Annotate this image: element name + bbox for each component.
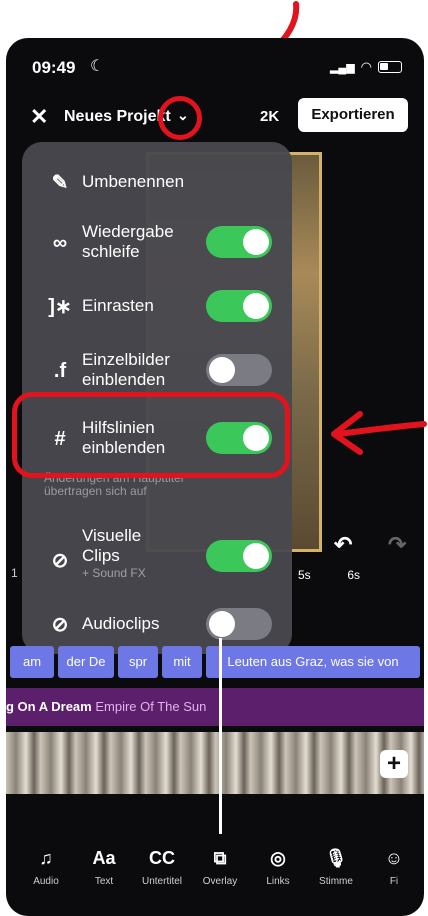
tool-subtitles[interactable]: CC Untertitel — [132, 848, 192, 887]
wifi-icon: ◠ — [360, 59, 372, 74]
link-icon: ⊘ — [51, 550, 69, 572]
annotation-highlight-box — [12, 392, 290, 478]
menu-item-label: Einzelbilder einblenden — [82, 350, 170, 389]
subtitle-clip[interactable]: am — [10, 646, 54, 678]
instagram-icon: ◎ — [270, 848, 286, 868]
timeline-mark: 5s 6s — [298, 568, 361, 582]
menu-item-loop: ∞ Wiedergabe schleife — [22, 218, 292, 266]
redo-icon[interactable]: ↷ — [388, 532, 406, 558]
menu-item-frames: .f Einzelbilder einblenden — [22, 346, 292, 394]
captions-icon: CC — [149, 848, 175, 868]
music-note-icon: ♫ — [39, 848, 53, 868]
tool-overlay[interactable]: ⧉ Overlay — [190, 848, 250, 887]
subtitle-clip[interactable]: der De — [58, 646, 114, 678]
playhead[interactable] — [219, 638, 222, 834]
close-icon[interactable]: ✕ — [30, 104, 48, 130]
subtitle-clip[interactable]: spr — [118, 646, 158, 678]
link-icon: ⊘ — [51, 614, 69, 636]
tool-audio[interactable]: ♫ Audio — [16, 848, 76, 887]
menu-item-sublabel: + Sound FX — [82, 566, 146, 580]
microphone-icon: 🎙 — [324, 848, 348, 868]
music-track[interactable]: g On A Dream Empire Of The Sun — [6, 688, 424, 726]
toolbar: ♫ Audio Aa Text CC Untertitel ⧉ Overlay … — [6, 848, 424, 908]
loop-icon: ∞ — [52, 232, 68, 254]
menu-item-snap: ]∗ Einrasten — [22, 286, 292, 322]
menu-item-label: Visuelle Clips + Sound FX — [82, 526, 146, 580]
music-artist: Empire Of The Sun — [95, 699, 207, 714]
tool-label: Untertitel — [141, 876, 182, 887]
menu-item-visual-clips: ⊘ Visuelle Clips + Sound FX — [22, 526, 292, 586]
filter-icon: ☺ — [384, 848, 404, 868]
tool-filter[interactable]: ☺ Fi — [364, 848, 424, 887]
subtitle-clip[interactable]: mit — [162, 646, 202, 678]
annotation-circle — [158, 96, 202, 140]
pencil-icon: ✎ — [51, 172, 69, 194]
audio-clips-toggle[interactable] — [206, 608, 272, 640]
video-track[interactable] — [6, 732, 424, 794]
timeline-mark: 1 — [11, 566, 18, 580]
tool-label: Text — [94, 876, 114, 887]
menu-item-label: Audioclips — [82, 614, 160, 633]
subtitle-track: am der De spr mit Leuten aus Graz, was s… — [6, 646, 424, 678]
status-bar: 09:49 ☾ ▂▄▆ ◠ — [6, 38, 424, 88]
phone-screen: 09:49 ☾ ▂▄▆ ◠ ✕ Neues Projekt ⌄ 2K Expor… — [6, 38, 424, 916]
menu-item-label: Einrasten — [82, 296, 154, 315]
snap-icon: ]∗ — [48, 296, 72, 318]
status-time: 09:49 — [32, 58, 76, 77]
project-title[interactable]: Neues Projekt — [64, 108, 171, 126]
tool-label: Links — [266, 876, 290, 887]
tool-links[interactable]: ◎ Links — [248, 848, 308, 887]
frames-icon: .f — [53, 360, 67, 382]
moon-icon: ☾ — [90, 58, 105, 75]
undo-icon[interactable]: ↶ — [334, 532, 352, 558]
snap-toggle[interactable] — [206, 290, 272, 322]
menu-item-rename[interactable]: ✎ Umbenennen — [22, 166, 292, 196]
tool-label: Audio — [33, 876, 59, 887]
top-bar: ✕ Neues Projekt ⌄ 2K Exportieren — [6, 96, 424, 136]
menu-item-audio-clips: ⊘ Audioclips — [22, 604, 292, 640]
export-button[interactable]: Exportieren — [298, 98, 408, 132]
tool-label: Stimme — [319, 876, 353, 887]
status-icons: ▂▄▆ ◠ — [330, 59, 402, 75]
tool-label: Overlay — [202, 876, 238, 887]
signal-icon: ▂▄▆ — [329, 61, 355, 74]
overlay-icon: ⧉ — [213, 848, 227, 868]
menu-item-label: Wiedergabe schleife — [82, 222, 174, 261]
tool-text[interactable]: Aa Text — [74, 848, 134, 887]
add-clip-button[interactable]: + — [380, 750, 408, 778]
visual-clips-toggle[interactable] — [206, 540, 272, 572]
tool-label: Fi — [389, 876, 399, 887]
frames-toggle[interactable] — [206, 354, 272, 386]
text-icon: Aa — [92, 848, 116, 868]
battery-icon — [378, 61, 402, 73]
resolution-label[interactable]: 2K — [260, 108, 279, 125]
loop-toggle[interactable] — [206, 226, 272, 258]
menu-item-label: Umbenennen — [82, 172, 185, 191]
subtitle-clip[interactable]: Leuten aus Graz, was sie von — [206, 646, 420, 678]
tool-voice[interactable]: 🎙 Stimme — [306, 848, 366, 887]
music-title: g On A Dream — [6, 699, 92, 714]
